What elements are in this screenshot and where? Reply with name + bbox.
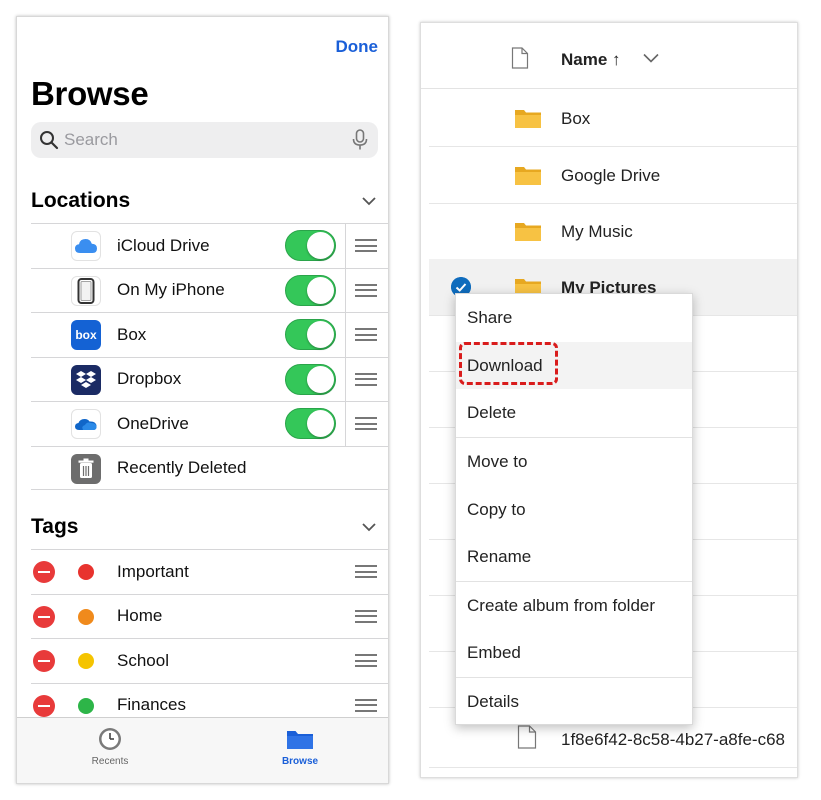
file-list-header: Name ↑ (421, 23, 797, 89)
trash-icon (71, 453, 101, 484)
clock-icon (99, 728, 121, 750)
reorder-handle-icon[interactable] (355, 372, 377, 386)
onedrive-files-panel: Name ↑ Box Google Drive My Music My Pict… (420, 22, 798, 778)
tag-label: School (117, 650, 169, 670)
chevron-down-icon[interactable] (362, 196, 376, 206)
tag-color-dot (78, 608, 94, 625)
tags-list: Important Home School Finances (31, 549, 388, 727)
file-name[interactable]: My Music (561, 222, 633, 242)
remove-tag-button[interactable] (33, 650, 55, 672)
box-toggle[interactable] (285, 319, 336, 350)
tags-title: Tags (31, 515, 79, 538)
search-input[interactable] (64, 130, 352, 150)
reorder-handle-icon[interactable] (355, 698, 377, 712)
ios-files-browse-panel: Done Browse Locations iCloud Drive (16, 16, 389, 784)
locations-section-header[interactable]: Locations (31, 186, 378, 216)
location-label: Dropbox (117, 369, 182, 389)
folder-icon (287, 731, 313, 749)
folder-icon (515, 223, 541, 241)
reorder-handle-icon[interactable] (355, 328, 377, 341)
location-row-icloud-drive[interactable]: iCloud Drive (31, 223, 388, 268)
location-label: OneDrive (117, 413, 189, 433)
reorder-handle-icon[interactable] (355, 239, 377, 252)
menu-item-copy-to[interactable]: Copy to (456, 486, 692, 533)
search-icon (40, 131, 59, 150)
tag-label: Important (117, 561, 189, 581)
search-bar[interactable] (31, 122, 378, 158)
on-my-iphone-toggle[interactable] (285, 274, 336, 306)
context-menu: Share Download Delete Move to Copy to Re… (455, 293, 693, 725)
tab-browse[interactable]: Browse (260, 726, 340, 767)
microphone-icon[interactable] (352, 129, 368, 151)
location-row-box[interactable]: box Box (31, 312, 388, 357)
download-highlight-box (459, 342, 558, 385)
locations-list: iCloud Drive On My iPhone box Box Dropbo… (31, 223, 388, 490)
location-label: iCloud Drive (117, 235, 210, 255)
location-row-recently-deleted[interactable]: Recently Deleted (31, 445, 388, 490)
tags-section-header[interactable]: Tags (31, 512, 378, 542)
tag-row-school[interactable]: School (31, 638, 388, 683)
icloud-drive-toggle[interactable] (285, 230, 336, 261)
document-icon (517, 725, 537, 749)
menu-item-rename[interactable]: Rename (456, 533, 692, 580)
box-icon: box (71, 320, 101, 350)
menu-item-move-to[interactable]: Move to (456, 438, 692, 485)
location-label: Recently Deleted (117, 457, 247, 477)
location-row-on-my-iphone[interactable]: On My iPhone (31, 267, 388, 312)
remove-tag-button[interactable] (33, 694, 55, 717)
location-row-dropbox[interactable]: Dropbox (31, 356, 388, 401)
page-title: Browse (31, 75, 149, 112)
folder-icon (515, 167, 541, 185)
done-button[interactable]: Done (336, 37, 379, 57)
file-row-my-music[interactable]: My Music (429, 203, 797, 260)
file-name[interactable]: 1f8e6f42-8c58-4b27-a8fe-c68 (561, 730, 785, 750)
remove-tag-button[interactable] (33, 561, 55, 583)
tag-row-home[interactable]: Home (31, 593, 388, 639)
menu-item-embed[interactable]: Embed (456, 629, 692, 676)
location-label: Box (117, 324, 147, 344)
chevron-down-icon[interactable] (643, 53, 659, 63)
dropbox-icon (71, 364, 101, 395)
reorder-handle-icon[interactable] (355, 654, 377, 667)
tag-row-important[interactable]: Important (31, 549, 388, 594)
onedrive-toggle[interactable] (285, 408, 336, 439)
tab-label: Recents (91, 756, 129, 767)
tag-label: Finances (117, 695, 186, 715)
icloud-icon (71, 231, 101, 261)
name-column-header[interactable]: Name ↑ (561, 50, 621, 70)
file-row-google-drive[interactable]: Google Drive (429, 147, 797, 204)
menu-item-details[interactable]: Details (456, 678, 692, 725)
tag-label: Home (117, 606, 163, 626)
reorder-handle-icon[interactable] (355, 609, 377, 623)
tag-color-dot (78, 697, 94, 714)
menu-item-create-album[interactable]: Create album from folder (456, 582, 692, 629)
tab-label: Browse (281, 756, 319, 767)
menu-item-delete[interactable]: Delete (456, 389, 692, 436)
tag-color-dot (78, 653, 94, 669)
reorder-handle-icon[interactable] (355, 283, 377, 297)
file-type-icon (511, 47, 529, 69)
menu-item-share[interactable]: Share (456, 294, 692, 341)
iphone-icon (71, 275, 101, 306)
file-name[interactable]: Google Drive (561, 166, 660, 186)
reorder-handle-icon[interactable] (355, 565, 377, 578)
remove-tag-button[interactable] (33, 605, 55, 628)
reorder-handle-icon[interactable] (355, 417, 377, 430)
location-row-onedrive[interactable]: OneDrive (31, 401, 388, 446)
folder-icon (515, 110, 541, 128)
tab-bar: Recents Browse (17, 717, 388, 783)
dropbox-toggle[interactable] (285, 363, 336, 395)
tab-recents[interactable]: Recents (70, 726, 150, 767)
file-name[interactable]: Box (561, 109, 590, 129)
locations-title: Locations (31, 189, 131, 212)
location-label: On My iPhone (117, 280, 225, 300)
onedrive-icon (71, 409, 101, 439)
tag-color-dot (78, 564, 94, 580)
chevron-down-icon[interactable] (362, 522, 376, 532)
file-row-box[interactable]: Box (429, 90, 797, 147)
